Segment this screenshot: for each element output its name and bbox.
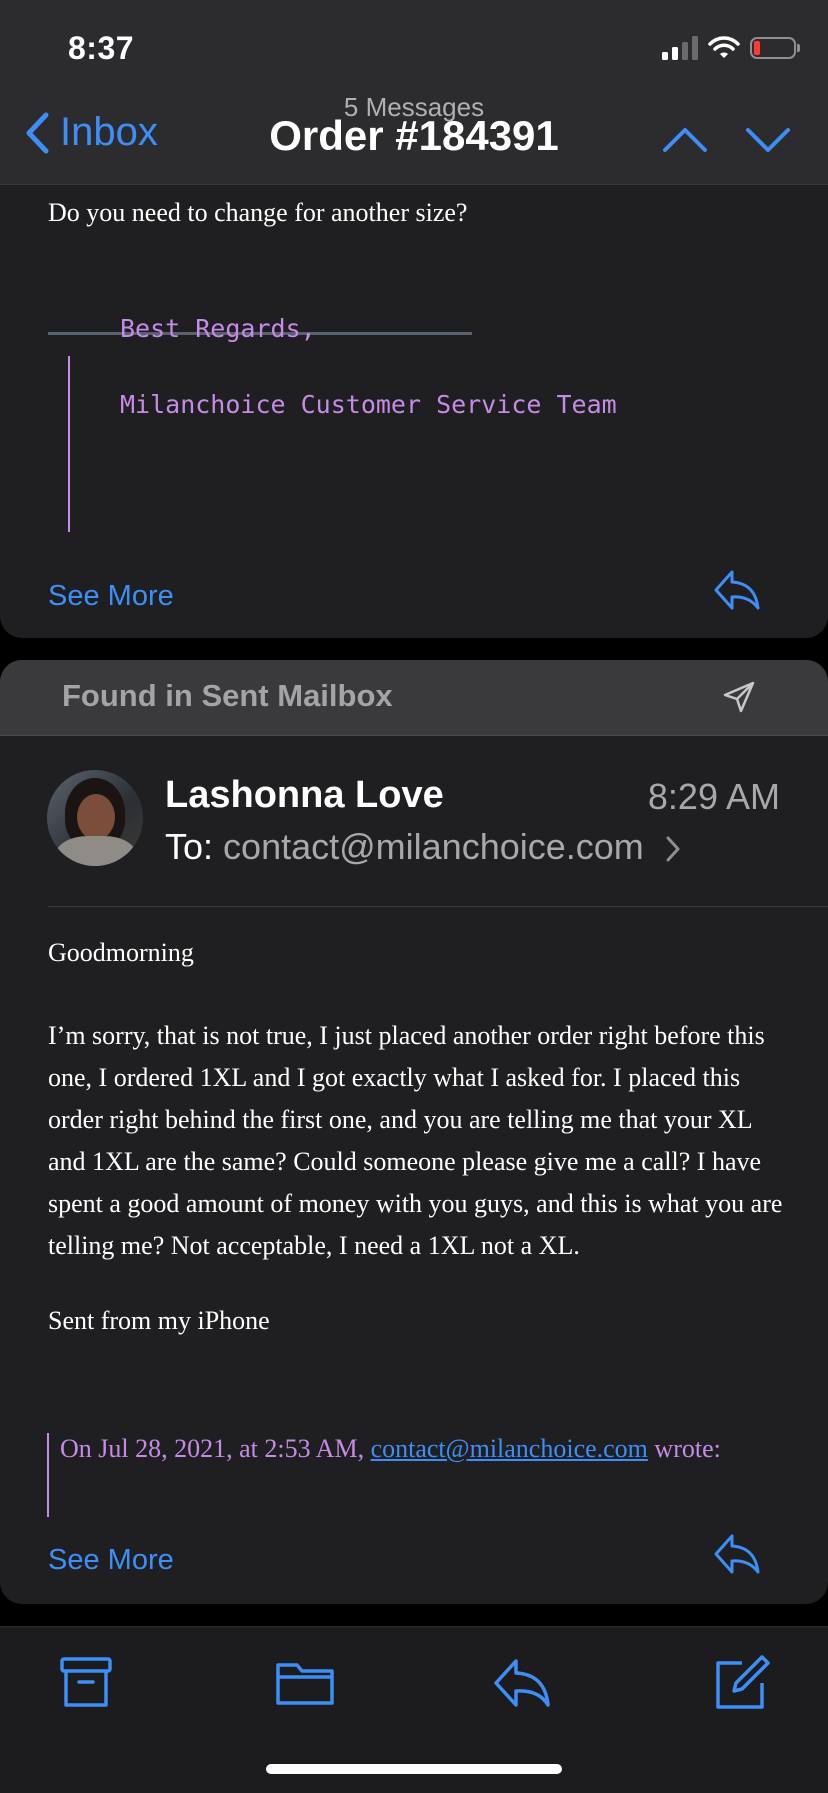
quote-suffix: wrote: [654,1434,721,1463]
battery-low-icon [750,37,800,59]
signature-line-regards: Best Regards, [120,314,316,343]
quote-email-link[interactable]: contact@milanchoice.com [371,1434,648,1463]
status-time: 8:37 [68,30,135,66]
cellular-signal-icon [662,36,698,60]
see-more-link[interactable]: See More [48,1544,174,1577]
recipient-line[interactable]: To: contact@milanchoice.com [165,826,680,868]
home-indicator [266,1764,562,1774]
chevron-down-icon[interactable] [744,122,792,158]
quote-prefix: On Jul 28, 2021, at 2:53 AM, [60,1434,365,1463]
message-greeting: Goodmorning [48,938,194,967]
sent-mailbox-banner: Found in Sent Mailbox [0,660,828,736]
signature-quote-bar [68,356,70,532]
message-time: 8:29 AM [647,776,780,817]
reply-icon[interactable] [712,568,762,612]
archive-icon[interactable] [56,1655,116,1711]
message-card-sent: Found in Sent Mailbox Lashonna Love 8:29… [0,660,828,1604]
navigation-header: 8:37 Inbox 5 Messages Order #184391 [0,0,828,185]
status-icons [662,36,800,60]
paper-plane-icon [723,681,755,713]
recipient-address[interactable]: contact@milanchoice.com [223,826,644,867]
see-more-link[interactable]: See More [48,580,174,613]
chevron-right-icon[interactable] [666,836,680,862]
sender-name[interactable]: Lashonna Love [165,774,444,817]
message-body-tail: Do you need to change for another size? [48,198,468,227]
reply-icon[interactable] [712,1532,762,1576]
sent-mailbox-label: Found in Sent Mailbox [62,678,393,713]
wifi-icon [708,36,740,58]
quote-bar [47,1433,49,1517]
reply-icon[interactable] [492,1655,552,1711]
message-body: I’m sorry, that is not true, I just plac… [48,1021,783,1260]
header-divider [48,906,828,907]
message-signoff: Sent from my iPhone [48,1306,270,1335]
folder-icon[interactable] [275,1655,335,1711]
signature-line-team: Milanchoice Customer Service Team [120,390,617,419]
to-label: To: [165,826,214,867]
avatar[interactable] [47,770,143,866]
compose-icon[interactable] [712,1655,772,1711]
chevron-up-icon[interactable] [661,122,709,158]
message-card-previous: Do you need to change for another size? … [0,150,828,638]
quoted-header: On Jul 28, 2021, at 2:53 AM, contact@mil… [60,1434,721,1464]
